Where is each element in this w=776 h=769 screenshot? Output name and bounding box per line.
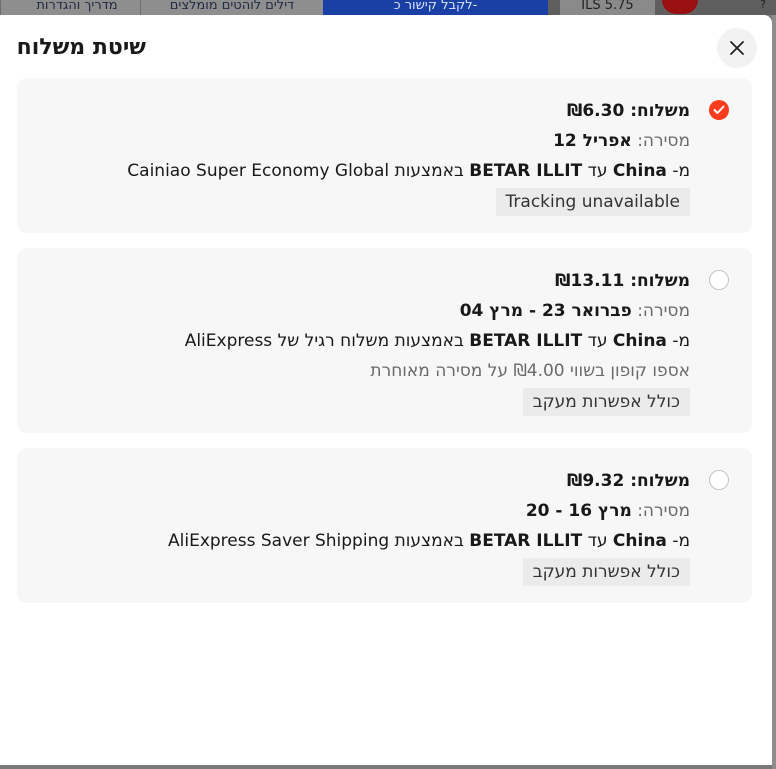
delivery-date: אפריל 12 (553, 131, 632, 151)
to-label: עד (587, 161, 608, 181)
origin: China (612, 161, 667, 181)
via-label: באמצעות (394, 531, 464, 551)
delivery-line: מסירה: פברואר 23 - מרץ 04 (50, 296, 690, 326)
from-label: מ- (672, 331, 690, 351)
shipping-option-1[interactable]: משלוח: ₪6.30 מסירה: אפריל 12 מ- China עד… (17, 78, 752, 233)
delivery-date: פברואר 23 - מרץ 04 (459, 301, 632, 321)
delivery-label: מסירה: (637, 501, 690, 521)
tracking-badge: Tracking unavailable (495, 188, 690, 216)
shipping-label: משלוח: (630, 101, 690, 121)
origin: China (612, 531, 667, 551)
tracking-line: Tracking unavailable (50, 186, 690, 216)
tracking-badge: כולל אפשרות מעקב (522, 558, 690, 586)
to-label: עד (587, 531, 608, 551)
via-label: באמצעות (394, 161, 464, 181)
delivery-line: מסירה: אפריל 12 (50, 126, 690, 156)
delivery-line: מסירה: מרץ 16 - 20 (50, 496, 690, 526)
route-line: מ- China עד BETAR ILLIT באמצעות Cainiao … (50, 156, 690, 186)
shipping-option-2[interactable]: משלוח: ₪13.11 מסירה: פברואר 23 - מרץ 04 … (17, 248, 752, 433)
to-label: עד (587, 331, 608, 351)
carrier: Cainiao Super Economy Global (127, 161, 390, 181)
shipping-method-dialog: שיטת משלוח משלוח: ₪6.30 מסירה: אפריל 12 … (0, 15, 772, 765)
bg-tab-deals: דילים לוהטים מומלצים (140, 0, 323, 15)
tracking-line: כולל אפשרות מעקב (50, 386, 690, 416)
route-line: מ- China עד BETAR ILLIT באמצעות משלוח רג… (50, 326, 690, 356)
destination: BETAR ILLIT (469, 331, 583, 351)
radio-selected-icon[interactable] (709, 100, 729, 120)
delivery-date: מרץ 16 - 20 (525, 501, 632, 521)
from-label: מ- (672, 161, 690, 181)
carrier: AliExpress Saver Shipping (168, 531, 390, 551)
tracking-line: כולל אפשרות מעקב (50, 556, 690, 586)
route-line: מ- China עד BETAR ILLIT באמצעות AliExpre… (50, 526, 690, 556)
close-icon (730, 41, 744, 55)
destination: BETAR ILLIT (469, 531, 583, 551)
bg-price: ILS 5.75 (560, 0, 655, 15)
bg-get-link-button: לקבל קישור כ- (323, 0, 548, 15)
origin: China (612, 331, 667, 351)
shipping-price: ₪9.32 (566, 471, 625, 491)
close-button[interactable] (717, 28, 757, 68)
shipping-label: משלוח: (630, 471, 690, 491)
radio-unselected-icon[interactable] (709, 270, 729, 290)
via-label: באמצעות (394, 331, 464, 351)
shipping-label: משלוח: (630, 271, 690, 291)
shipping-price-line: משלוח: ₪13.11 (50, 266, 690, 296)
tracking-badge: כולל אפשרות מעקב (522, 388, 690, 416)
check-icon (713, 105, 725, 114)
from-label: מ- (672, 531, 690, 551)
shipping-price-line: משלוח: ₪6.30 (50, 96, 690, 126)
shipping-price: ₪6.30 (566, 101, 625, 121)
destination: BETAR ILLIT (469, 161, 583, 181)
shipping-price-line: משלוח: ₪9.32 (50, 466, 690, 496)
delivery-label: מסירה: (637, 301, 690, 321)
background-page-edge (772, 15, 776, 769)
dialog-title: שיטת משלוח (16, 35, 146, 60)
carrier: משלוח רגיל של AliExpress (184, 331, 390, 351)
help-icon: ? (760, 0, 766, 11)
shipping-price: ₪13.11 (555, 271, 625, 291)
delivery-label: מסירה: (637, 131, 690, 151)
radio-unselected-icon[interactable] (709, 470, 729, 490)
bg-tab-guide: מדריך והגדרות (0, 0, 153, 15)
shipping-option-3[interactable]: משלוח: ₪9.32 מסירה: מרץ 16 - 20 מ- China… (17, 448, 752, 603)
coupon-note: אספו קופון בשווי ₪4.00 על מסירה מאוחרת (370, 361, 690, 381)
